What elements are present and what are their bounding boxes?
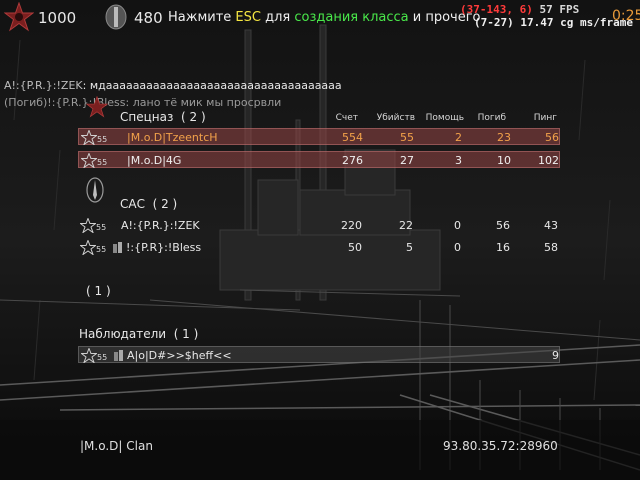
player-name: |M.o.D|4G — [127, 154, 182, 167]
player-name: A!:{P.R.}:!ZEK — [121, 219, 200, 232]
table-row[interactable]: 55 |M.o.D|4G 276 27 3 10 102 — [78, 151, 560, 168]
team-name-sas: САС ( 2 ) — [120, 197, 178, 211]
clan-name: |M.o.D| Clan — [80, 439, 153, 453]
sas-dagger-icon — [86, 177, 104, 203]
spectators-header: Наблюдатели ( 1 ) — [79, 327, 199, 341]
spetsnaz-star-icon — [86, 96, 108, 118]
player-name: !:{P.R}:!Bless — [126, 241, 202, 254]
server-address: 93.80.35.72:28960 — [443, 439, 558, 453]
table-row[interactable]: 55 |M.o.D|TzeentcH 554 55 2 23 56 — [78, 128, 560, 145]
player-name: |M.o.D|TzeentcH — [127, 131, 218, 144]
rank-star-icon — [81, 348, 97, 363]
scoreboard: Спецназ ( 2 ) Счет Убийств Помощь Погиб … — [0, 0, 640, 480]
rank-star-icon — [80, 218, 96, 233]
rank-star-icon — [81, 130, 97, 145]
table-row[interactable]: 55 !:{P.R}:!Bless 50 5 0 16 58 — [78, 239, 560, 256]
table-row[interactable]: 55 A!:{P.R.}:!ZEK 220 22 0 56 43 — [78, 217, 560, 234]
col-deaths-header: Погиб — [477, 113, 506, 123]
table-row[interactable]: 55 A|o|D#>>$heff<< 9 — [78, 346, 560, 363]
dead-icon — [113, 242, 122, 253]
col-score-header: Счет — [335, 113, 358, 123]
rank-star-icon — [81, 153, 97, 168]
col-ping-header: Пинг — [533, 113, 557, 123]
unassigned-count: ( 1 ) — [86, 284, 111, 298]
team-name-spetsnaz: Спецназ ( 2 ) — [120, 110, 206, 124]
col-assists-header: Помощь — [425, 113, 464, 123]
rank-star-icon — [80, 240, 96, 255]
col-kills-header: Убийств — [376, 113, 415, 123]
dead-icon — [114, 350, 123, 361]
player-name: A|o|D#>>$heff<< — [127, 349, 232, 362]
